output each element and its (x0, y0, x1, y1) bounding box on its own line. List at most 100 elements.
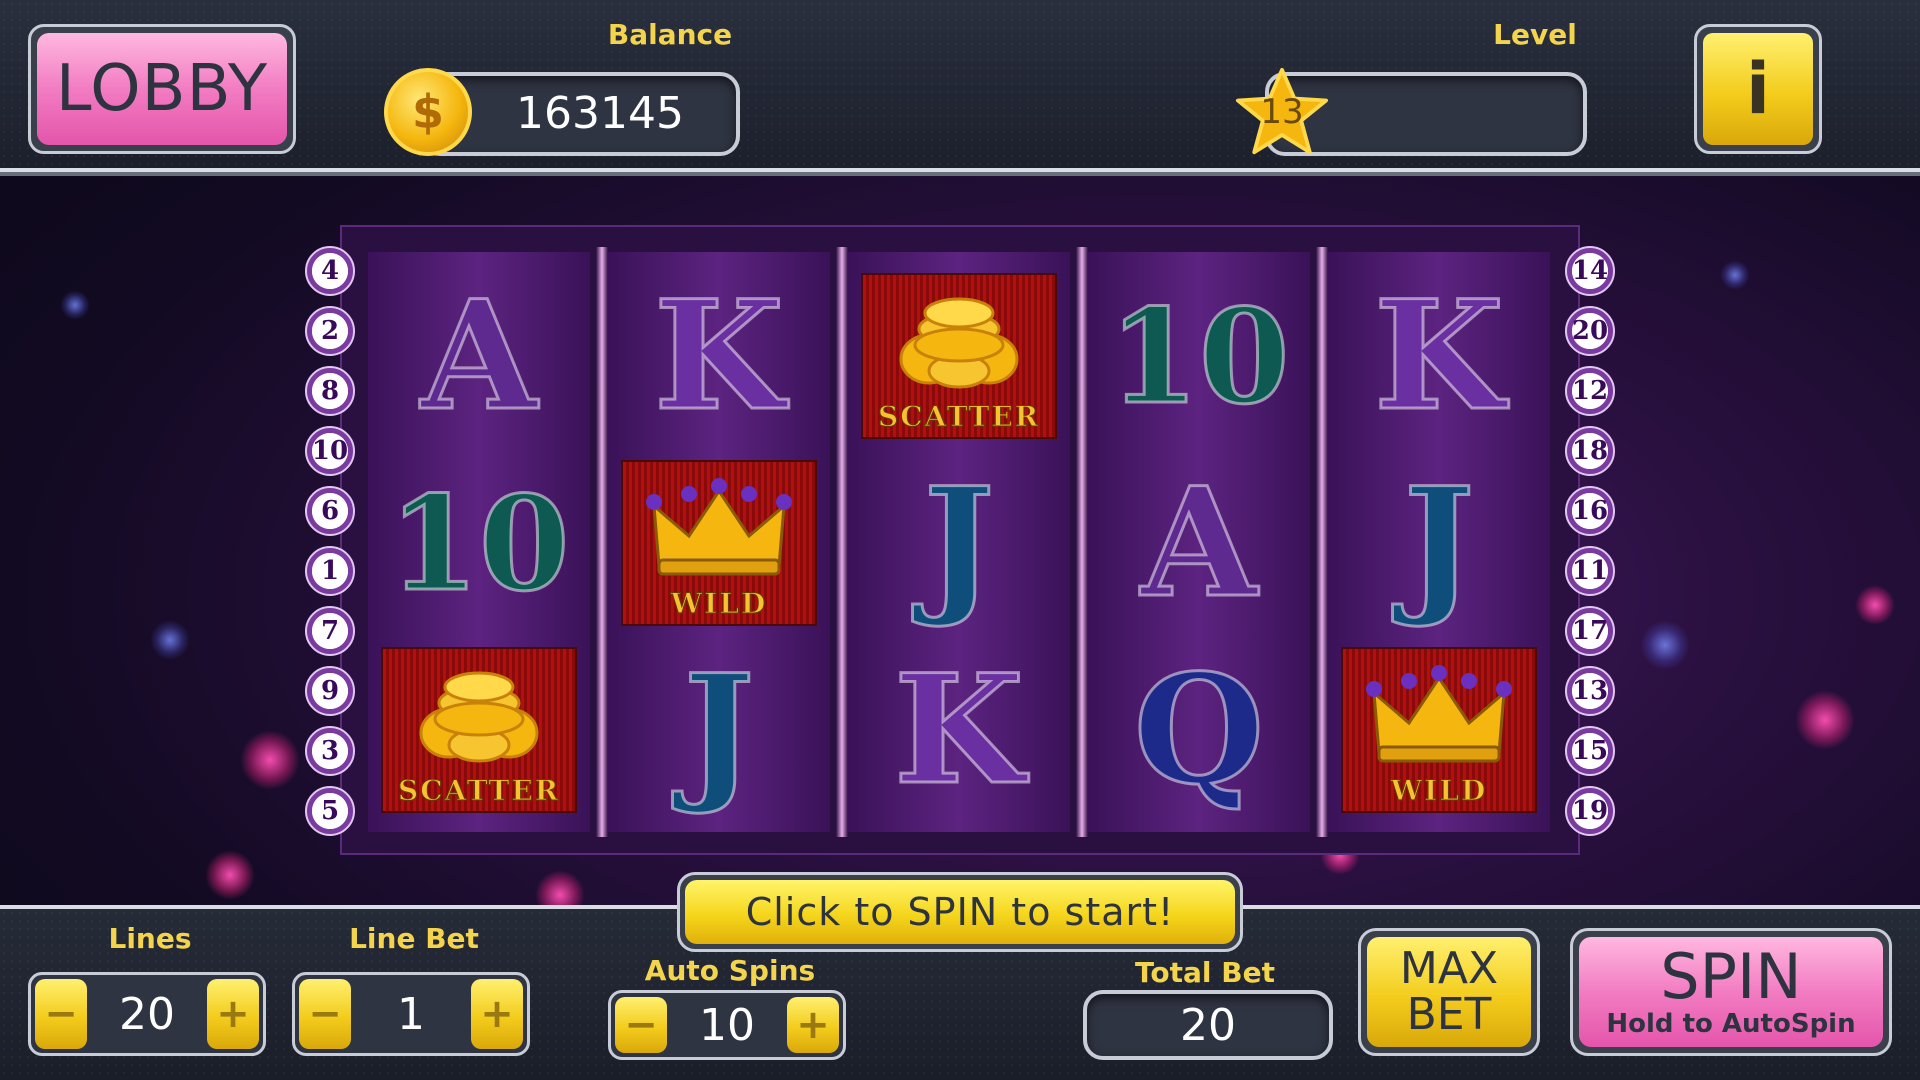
coin-icon: $ (384, 68, 472, 156)
max-bet-label: MAX BET (1367, 937, 1531, 1047)
wild-label: WILD (670, 587, 768, 621)
payline-marker-left[interactable]: 8 (305, 366, 355, 416)
payline-marker-left[interactable]: 9 (305, 666, 355, 716)
gold-coins-icon (863, 289, 1055, 399)
symbol-k: K (619, 267, 819, 446)
payline-marker-right[interactable]: 16 (1565, 486, 1615, 536)
symbol-label: Q (1132, 641, 1266, 820)
max-bet-label-line2: BET (1406, 989, 1492, 1040)
payline-marker-right[interactable]: 20 (1565, 306, 1615, 356)
lines-plus-button[interactable]: + (207, 979, 259, 1049)
payline-marker-right[interactable]: 18 (1565, 426, 1615, 476)
wild-tile: WILD (1341, 647, 1537, 813)
total-bet-value: 20 (1180, 1000, 1236, 1051)
spin-hint-text: Click to SPIN to start! (685, 880, 1235, 944)
symbol-label: J (922, 454, 996, 633)
line-bet-stepper: − 1 + (292, 972, 530, 1056)
auto-spins-value: 10 (699, 999, 755, 1051)
payline-marker-right[interactable]: 17 (1565, 606, 1615, 656)
symbol-wild: WILD (619, 459, 819, 627)
spin-hint-banner: Click to SPIN to start! (677, 872, 1243, 952)
lines-label: Lines (108, 922, 192, 955)
auto-spins-plus-button[interactable]: + (787, 997, 839, 1053)
payline-marker-left[interactable]: 7 (305, 606, 355, 656)
auto-spins-stepper: − 10 + (608, 990, 846, 1060)
info-button[interactable]: i (1694, 24, 1822, 154)
payline-marker-left[interactable]: 10 (305, 426, 355, 476)
payline-marker-left[interactable]: 3 (305, 726, 355, 776)
symbol-label: J (1402, 454, 1476, 633)
reel-divider (836, 247, 848, 837)
symbol-label: 10 (1107, 278, 1291, 434)
payline-marker-right[interactable]: 13 (1565, 666, 1615, 716)
bokeh-light (205, 850, 255, 900)
symbol-j: J (859, 454, 1059, 633)
scatter-tile: SCATTER (861, 273, 1057, 439)
payline-marker-right[interactable]: 12 (1565, 366, 1615, 416)
payline-marker-left[interactable]: 1 (305, 546, 355, 596)
bokeh-light (1855, 585, 1895, 625)
symbol-label: K (652, 267, 785, 446)
lobby-button[interactable]: LOBBY (28, 24, 296, 154)
scatter-tile: SCATTER (381, 647, 577, 813)
symbol-a: A (379, 267, 579, 446)
symbol-j: J (1339, 454, 1539, 633)
wild-label: WILD (1390, 774, 1488, 808)
line-bet-plus-button[interactable]: + (471, 979, 523, 1049)
bokeh-light (1795, 690, 1855, 750)
payline-marker-right[interactable]: 19 (1565, 786, 1615, 836)
bokeh-light (1720, 260, 1750, 290)
line-bet-minus-button[interactable]: − (299, 979, 351, 1049)
symbol-a: A (1099, 454, 1299, 633)
lobby-button-label: LOBBY (37, 33, 287, 145)
reel-divider (596, 247, 608, 837)
symbol-label: A (1139, 454, 1258, 633)
scatter-label: SCATTER (398, 774, 560, 808)
symbol-k: K (859, 641, 1059, 820)
lines-value: 20 (119, 988, 175, 1040)
spin-label: SPIN (1660, 940, 1802, 1013)
symbol-j: J (619, 641, 819, 820)
payline-marker-right[interactable]: 15 (1565, 726, 1615, 776)
symbol-scatter: SCATTER (859, 272, 1059, 440)
bokeh-light (150, 620, 190, 660)
payline-marker-right[interactable]: 14 (1565, 246, 1615, 296)
lines-minus-button[interactable]: − (35, 979, 87, 1049)
balance-label: Balance (607, 18, 733, 51)
line-bet-value: 1 (397, 988, 425, 1040)
symbol-q: Q (1099, 641, 1299, 820)
crown-icon (623, 476, 815, 586)
payline-marker-left[interactable]: 5 (305, 786, 355, 836)
symbol-wild: WILD (1339, 646, 1539, 814)
reel-divider (1316, 247, 1328, 837)
symbol-label: A (419, 267, 538, 446)
symbol-label: K (892, 641, 1025, 820)
auto-spins-label: Auto Spins (644, 954, 816, 987)
payline-marker-left[interactable]: 4 (305, 246, 355, 296)
symbol-10: 10 (379, 459, 579, 627)
payline-marker-left[interactable]: 6 (305, 486, 355, 536)
crown-icon (1343, 663, 1535, 773)
level-value: 13 (1260, 92, 1304, 132)
wild-tile: WILD (621, 460, 817, 626)
symbol-10: 10 (1099, 272, 1299, 440)
scatter-label: SCATTER (878, 400, 1040, 434)
symbol-label: J (682, 641, 756, 820)
bokeh-light (60, 290, 90, 320)
symbol-k: K (1339, 267, 1539, 446)
spin-button[interactable]: SPIN Hold to AutoSpin (1570, 928, 1892, 1056)
payline-marker-left[interactable]: 2 (305, 306, 355, 356)
symbol-label: 10 (387, 465, 571, 621)
auto-spins-minus-button[interactable]: − (615, 997, 667, 1053)
lines-stepper: − 20 + (28, 972, 266, 1056)
max-bet-button[interactable]: MAX BET (1358, 928, 1540, 1056)
bokeh-light (1640, 620, 1690, 670)
spin-button-face: SPIN Hold to AutoSpin (1579, 937, 1883, 1047)
line-bet-label: Line Bet (349, 922, 479, 955)
total-bet-label: Total Bet (1135, 956, 1275, 989)
info-icon: i (1703, 33, 1813, 145)
payline-marker-right[interactable]: 11 (1565, 546, 1615, 596)
gold-coins-icon (383, 663, 575, 773)
symbol-scatter: SCATTER (379, 646, 579, 814)
level-label: Level (1493, 18, 1577, 51)
